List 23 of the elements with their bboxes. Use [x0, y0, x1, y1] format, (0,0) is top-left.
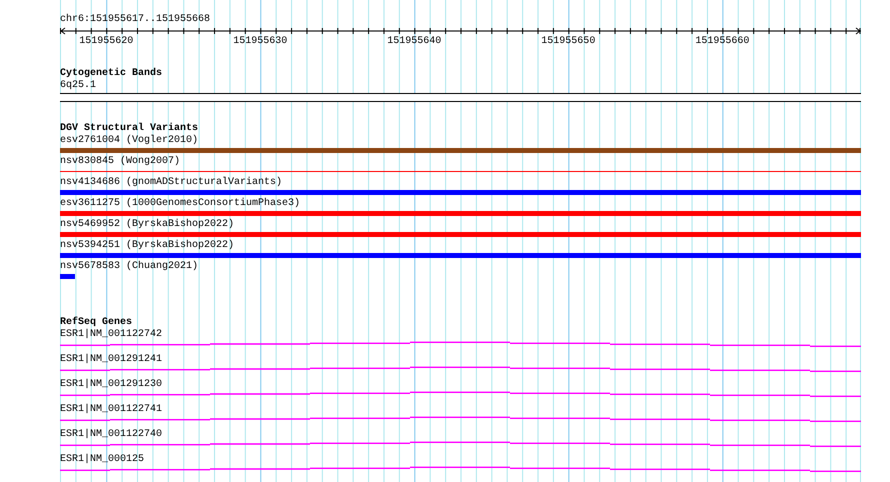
track-title: DGV Structural Variants: [60, 123, 198, 134]
transcript-label: ESR1|NM_001122740: [60, 429, 162, 441]
variant-label: esv3611275 (1000GenomesConsortiumPhase3): [60, 198, 300, 210]
transcript-label: ESR1|NM_001122742: [60, 329, 162, 341]
variant-label: nsv5394251 (ByrskaBishop2022): [60, 240, 234, 252]
band-label: 6q25.1: [60, 80, 96, 92]
variant-label: esv2761004 (Vogler2010): [60, 135, 198, 147]
variant-label: nsv4134686 (gnomADStructuralVariants): [60, 177, 282, 189]
variant-label: nsv5678583 (Chuang2021): [60, 261, 198, 273]
tick-label: 151955660: [695, 36, 750, 48]
variant-label: nsv5469952 (ByrskaBishop2022): [60, 219, 234, 231]
transcript-label: ESR1|NM_001122741: [60, 404, 162, 416]
variant-label: nsv830845 (Wong2007): [60, 156, 180, 168]
transcript-label: ESR1|NM_001291241: [60, 354, 162, 366]
tick-label: 151955640: [387, 36, 442, 48]
tick-label: 151955630: [233, 36, 288, 48]
track-title: RefSeq Genes: [60, 317, 132, 328]
track-title: Cytogenetic Bands: [60, 68, 162, 80]
tick-label: 151955650: [541, 36, 596, 48]
tick-label: 151955620: [79, 36, 134, 48]
transcript-label: ESR1|NM_000125: [60, 454, 144, 466]
location-label: chr6:151955617..151955668: [60, 14, 210, 26]
transcript-label: ESR1|NM_001291230: [60, 379, 162, 391]
